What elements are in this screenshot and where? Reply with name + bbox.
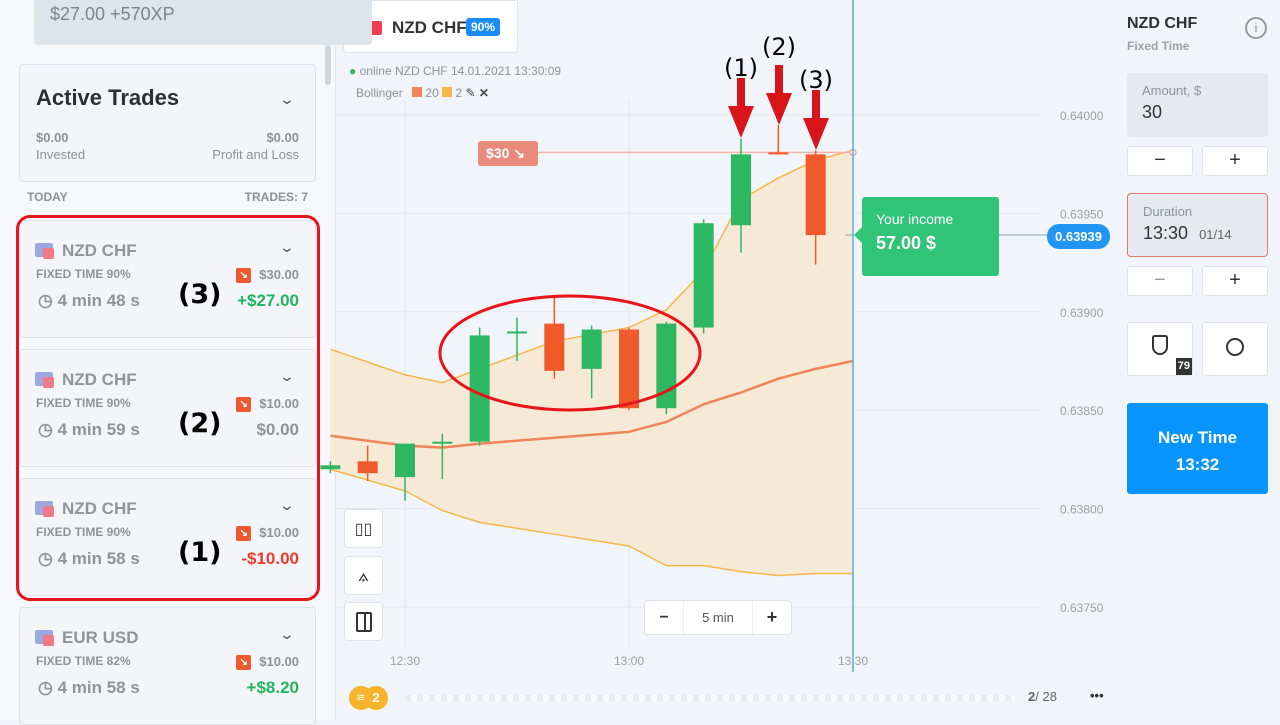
candle-body bbox=[544, 323, 565, 371]
pager-total: / 28 bbox=[1035, 689, 1057, 704]
income-label: Your income bbox=[876, 211, 954, 227]
duration-minus-button[interactable]: − bbox=[1127, 266, 1193, 296]
shield-icon bbox=[1152, 335, 1168, 355]
amount-minus-button[interactable]: − bbox=[1127, 146, 1193, 176]
strike-label: $30 ↘ bbox=[478, 141, 538, 166]
x-tick-label: 12:30 bbox=[390, 654, 420, 668]
layout-button[interactable] bbox=[344, 602, 383, 641]
arrow-down-right-icon: ↘ bbox=[513, 145, 525, 161]
duration-date: 01/14 bbox=[1199, 227, 1232, 242]
candle-body bbox=[507, 331, 527, 334]
y-tick-label: 0.63800 bbox=[1060, 503, 1104, 517]
current-price-label: 0.63939 bbox=[1047, 224, 1110, 249]
amount-label: Amount, $ bbox=[1142, 83, 1202, 98]
x-tick-label: 13:00 bbox=[614, 654, 644, 668]
drawing-tools-button[interactable]: ⟑ bbox=[344, 556, 383, 595]
trade-pair: NZD CHF bbox=[1127, 15, 1198, 32]
income-tooltip: Your income 57.00 $ bbox=[854, 197, 999, 276]
timeframe-value: 5 min bbox=[683, 601, 753, 634]
duration-label: Duration bbox=[1143, 204, 1193, 219]
new-time-button[interactable]: New Time 13:32 bbox=[1127, 403, 1268, 494]
y-tick-label: 0.64000 bbox=[1060, 109, 1104, 123]
candle-body bbox=[731, 154, 751, 226]
clock-button[interactable] bbox=[1202, 322, 1268, 376]
income-value: 57.00 $ bbox=[876, 233, 937, 253]
annotation-arrow bbox=[766, 65, 792, 125]
xp-banner: $27.00 +570XP bbox=[34, 0, 372, 45]
timeframe-minus-button[interactable]: − bbox=[645, 609, 683, 627]
amount-value[interactable]: 30 bbox=[1142, 102, 1253, 123]
new-time-label: New Time bbox=[1157, 428, 1238, 447]
trades-indicator[interactable]: ≋ 2 bbox=[349, 686, 397, 712]
candle-body bbox=[469, 335, 490, 442]
strike-amount: $30 bbox=[486, 145, 510, 161]
more-menu-button[interactable]: ••• bbox=[1090, 688, 1104, 703]
amount-plus-button[interactable]: + bbox=[1202, 146, 1268, 176]
candle-body bbox=[395, 443, 415, 478]
info-icon[interactable]: i bbox=[1245, 17, 1267, 39]
candle-body bbox=[581, 329, 602, 369]
annotation-arrow bbox=[728, 78, 754, 138]
price-chart[interactable]: 0.64000 0.63950 0.63900 0.63850 0.63800 0.637… bbox=[0, 0, 1280, 720]
timeframe-plus-button[interactable]: + bbox=[753, 607, 791, 628]
trades-badge: 2 bbox=[364, 686, 388, 710]
annotation-label: (1) bbox=[724, 54, 758, 82]
duration-value: 13:30 bbox=[1143, 223, 1189, 243]
candle-body bbox=[619, 329, 639, 409]
compass-icon: ⟑ bbox=[358, 565, 369, 585]
duration-field[interactable]: Duration 13:30 01/14 bbox=[1127, 193, 1268, 257]
candle-body bbox=[357, 461, 378, 474]
split-layout-icon bbox=[355, 611, 372, 632]
amount-field[interactable]: Amount, $ 30 bbox=[1127, 73, 1268, 137]
clock-icon bbox=[1226, 338, 1244, 356]
y-tick-label: 0.63950 bbox=[1060, 207, 1104, 221]
shield-count: 79 bbox=[1175, 358, 1192, 375]
trade-mode: Fixed Time bbox=[1127, 39, 1190, 53]
candle-body bbox=[693, 223, 714, 328]
candlestick-icon: ▯▯ bbox=[354, 520, 373, 538]
candles-chart-type-button[interactable]: ▯▯ bbox=[344, 509, 383, 548]
annotation-label: (2) bbox=[762, 33, 796, 61]
annotation-arrow bbox=[803, 90, 829, 150]
y-tick-label: 0.63850 bbox=[1060, 404, 1104, 418]
y-tick-label: 0.63750 bbox=[1060, 601, 1104, 615]
candle-body bbox=[432, 441, 453, 444]
candle-body bbox=[805, 154, 826, 236]
duration-plus-button[interactable]: + bbox=[1202, 266, 1268, 296]
insurance-button[interactable]: 79 bbox=[1127, 322, 1193, 376]
timeframe-control: − 5 min + bbox=[644, 600, 792, 635]
candle-body bbox=[768, 152, 789, 155]
timeline-scrollbar[interactable] bbox=[405, 695, 1015, 701]
candle-body bbox=[320, 465, 341, 470]
y-tick-label: 0.63900 bbox=[1060, 306, 1104, 320]
new-time-value: 13:32 bbox=[1175, 455, 1220, 474]
annotation-label: (3) bbox=[799, 66, 833, 94]
